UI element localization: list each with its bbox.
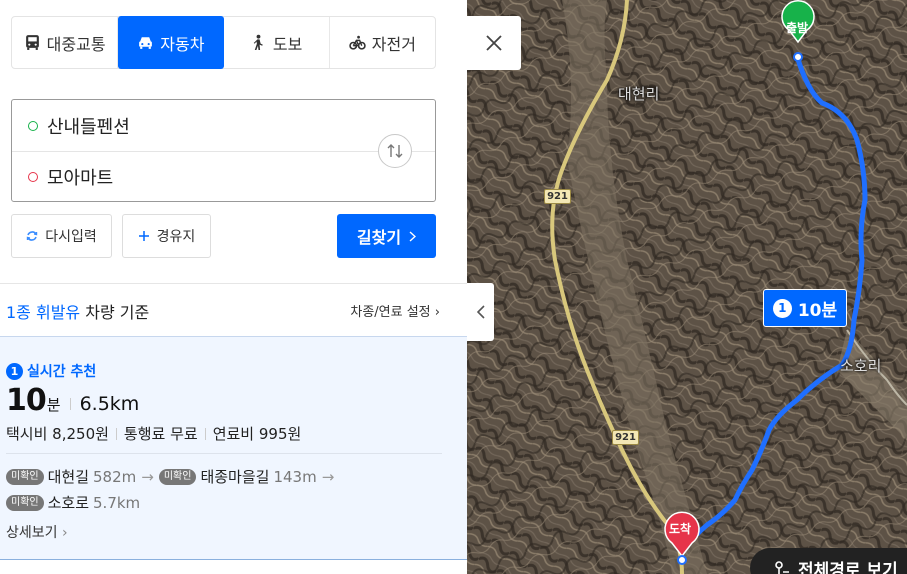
fuel-cost: 연료비 995원 bbox=[212, 425, 302, 443]
find-route-button[interactable]: 길찾기 bbox=[337, 214, 436, 258]
taxi-fare: 택시비 8,250원 bbox=[6, 425, 109, 443]
travel-time-value: 10 bbox=[6, 383, 47, 418]
unverified-tag: 미확인 bbox=[158, 469, 197, 485]
destination-field[interactable]: 모아마트 bbox=[12, 151, 435, 202]
village-label-soho: 소호리 bbox=[840, 357, 882, 375]
vehicle-settings-link[interactable]: 차종/연료 설정 › bbox=[350, 301, 440, 320]
close-button[interactable] bbox=[467, 16, 521, 70]
route-time-label: 10분 bbox=[797, 300, 838, 321]
details-link[interactable]: 상세보기 › bbox=[6, 522, 68, 542]
tab-car-label: 자동차 bbox=[160, 34, 205, 54]
waypoint-label: 경유지 bbox=[156, 229, 196, 245]
full-route-label: 전체경로 보기 bbox=[798, 560, 898, 574]
separator bbox=[69, 398, 71, 410]
destination-value: 모아마트 bbox=[47, 168, 114, 189]
road-summary: 미확인 대현길 582m → 미확인 태종마을길 143m → 미확인 소호로 … bbox=[6, 464, 335, 516]
origin-value: 산내들펜션 bbox=[47, 116, 130, 138]
plus-icon bbox=[138, 231, 149, 241]
road-length: 143m bbox=[273, 468, 317, 486]
chevron-right-icon: › bbox=[61, 525, 68, 541]
directions-panel: 대중교통 자동차 도보 자전거 산내들펜션 모아마트 다시입력 경유지 길찾기 … bbox=[0, 0, 467, 574]
swap-route-button[interactable] bbox=[378, 134, 412, 168]
section-divider bbox=[0, 283, 467, 284]
close-icon bbox=[486, 35, 502, 51]
cost-line: 택시비 8,250원 통행료 무료 연료비 995원 bbox=[6, 423, 301, 444]
basis-suffix: 차량 기준 bbox=[85, 303, 150, 322]
route-rank-badge: 1 bbox=[772, 298, 792, 318]
refresh-icon bbox=[27, 231, 38, 241]
rank-line: 1 실시간 추천 bbox=[6, 361, 96, 381]
start-marker-label: 출발 bbox=[786, 21, 809, 35]
road-shield-921: 921 bbox=[612, 430, 639, 445]
end-marker-label: 도착 bbox=[669, 522, 692, 536]
tab-walk-label: 도보 bbox=[272, 34, 303, 54]
origin-dot-icon bbox=[28, 120, 38, 131]
collapse-panel-button[interactable] bbox=[467, 283, 494, 341]
reset-button[interactable]: 다시입력 bbox=[11, 214, 112, 258]
route-time-bubble[interactable]: 1 10분 bbox=[763, 289, 847, 327]
bike-icon bbox=[349, 35, 366, 50]
satellite-map[interactable]: 출발 도착 대현리 소호리 921 921 1 10분 전체경로 보기 bbox=[467, 0, 907, 574]
fuel-type: 1종 휘발유 bbox=[6, 303, 81, 322]
origin-field[interactable]: 산내들펜션 bbox=[12, 100, 435, 151]
road-line: 미확인 대현길 582m → 미확인 태종마을길 143m → bbox=[6, 464, 335, 490]
arrow-right-icon: → bbox=[141, 468, 154, 486]
road-line: 미확인 소호로 5.7km bbox=[6, 490, 335, 516]
tab-bike[interactable]: 자전거 bbox=[330, 17, 435, 68]
tab-bike-label: 자전거 bbox=[371, 34, 416, 54]
road-shield-921: 921 bbox=[544, 189, 571, 204]
satellite-imagery bbox=[467, 0, 907, 574]
swap-arrows-icon bbox=[387, 144, 403, 158]
transport-mode-tabs: 대중교통 자동차 도보 자전거 bbox=[11, 16, 436, 69]
route-result-card[interactable]: 1 실시간 추천 10 분 6.5km 택시비 8,250원 통행료 무료 연료… bbox=[0, 336, 467, 560]
car-icon bbox=[139, 37, 153, 49]
vehicle-settings-label: 차종/연료 설정 bbox=[350, 305, 431, 320]
route-input-box: 산내들펜션 모아마트 bbox=[11, 99, 436, 202]
walk-icon bbox=[253, 34, 263, 50]
unverified-tag: 미확인 bbox=[6, 495, 44, 511]
tab-walk[interactable]: 도보 bbox=[224, 17, 330, 68]
chevron-left-icon bbox=[476, 305, 485, 319]
chevron-right-icon bbox=[409, 230, 417, 242]
destination-dot-icon bbox=[28, 172, 38, 182]
chevron-right-icon: › bbox=[434, 305, 440, 320]
tab-car[interactable]: 자동차 bbox=[118, 16, 224, 69]
rank-label: 실시간 추천 bbox=[27, 364, 97, 380]
bus-icon bbox=[25, 35, 39, 50]
road-name: 대현길 bbox=[47, 468, 90, 486]
details-label: 상세보기 bbox=[6, 525, 58, 541]
road-name: 태종마을길 bbox=[200, 468, 270, 486]
reset-label: 다시입력 bbox=[45, 229, 97, 245]
travel-time-unit: 분 bbox=[46, 396, 61, 414]
rank-badge: 1 bbox=[6, 362, 23, 380]
unverified-tag: 미확인 bbox=[6, 469, 44, 485]
result-divider bbox=[6, 453, 442, 454]
route-pin-icon bbox=[775, 561, 789, 574]
tab-public-transit-label: 대중교통 bbox=[46, 34, 106, 54]
tab-public-transit[interactable]: 대중교통 bbox=[12, 17, 119, 68]
add-waypoint-button[interactable]: 경유지 bbox=[122, 214, 211, 258]
separator bbox=[204, 427, 206, 440]
find-route-label: 길찾기 bbox=[356, 228, 402, 247]
village-label-daehyeon: 대현리 bbox=[618, 85, 660, 103]
separator bbox=[115, 427, 117, 440]
time-distance: 10 분 6.5km bbox=[6, 383, 139, 418]
arrow-right-icon: → bbox=[321, 468, 335, 486]
vehicle-basis: 1종 휘발유 차량 기준 bbox=[6, 299, 149, 323]
road-name: 소호로 bbox=[47, 494, 90, 512]
road-length: 582m bbox=[93, 468, 137, 486]
full-route-button[interactable]: 전체경로 보기 bbox=[750, 548, 907, 574]
distance: 6.5km bbox=[79, 393, 140, 415]
toll-fee: 통행료 무료 bbox=[123, 425, 198, 443]
road-length: 5.7km bbox=[93, 494, 141, 512]
